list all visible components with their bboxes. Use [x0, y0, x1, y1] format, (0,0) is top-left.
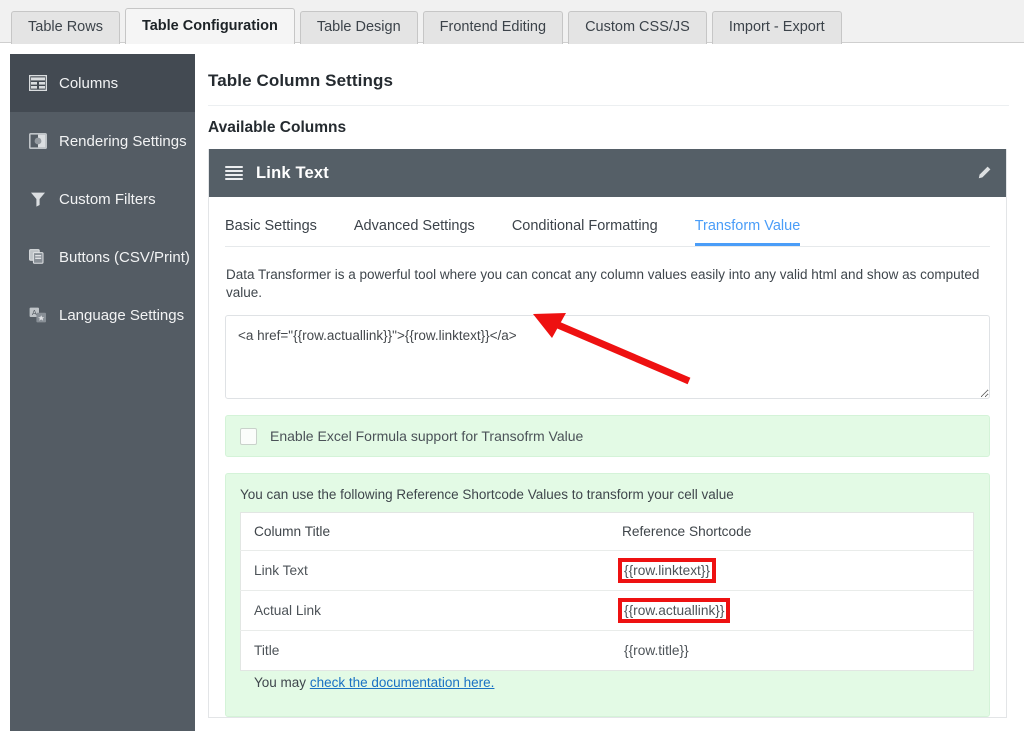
column-panel: Link Text Basic Settings Advanced Setting… — [208, 149, 1007, 718]
top-tab-frontend-editing[interactable]: Frontend Editing — [423, 11, 563, 44]
table-header-row: Column Title Reference Shortcode — [241, 513, 974, 551]
column-header-title: Column Title — [241, 513, 608, 551]
column-tab-list: Basic Settings Advanced Settings Condition… — [225, 197, 990, 247]
excel-formula-label[interactable]: Enable Excel Formula support for Transof… — [270, 428, 583, 444]
sidebar-item-rendering-settings[interactable]: Rendering Settings — [10, 112, 195, 170]
top-tab-table-design[interactable]: Table Design — [300, 11, 418, 44]
language-icon: A — [28, 305, 48, 325]
cell-reference-shortcode: {{row.actuallink}} — [607, 591, 974, 631]
column-panel-body: Basic Settings Advanced Settings Condition… — [209, 197, 1006, 717]
copy-buttons-icon — [28, 247, 48, 267]
top-tab-custom-css-js[interactable]: Custom CSS/JS — [568, 11, 707, 44]
shortcode-highlighted: {{row.linktext}} — [622, 562, 712, 579]
top-tab-list: Table RowsTable ConfigurationTable Desig… — [0, 0, 1024, 43]
sidebar-item-label: Columns — [59, 75, 118, 92]
documentation-link[interactable]: check the documentation here. — [310, 675, 495, 690]
table-row: Title {{row.title}} — [241, 631, 974, 671]
column-panel-title: Link Text — [256, 164, 329, 183]
sidebar-item-language-settings[interactable]: A Language Settings — [10, 286, 195, 344]
documentation-prefix: You may — [254, 675, 306, 690]
transform-value-textarea[interactable] — [225, 315, 990, 399]
sidebar-item-list: Columns Rendering Settings Custom Filters B… — [10, 54, 195, 344]
sidebar-item-custom-filters[interactable]: Custom Filters — [10, 170, 195, 228]
svg-text:A: A — [32, 310, 37, 317]
column-panel-header: Link Text — [209, 149, 1006, 197]
excel-formula-panel: Enable Excel Formula support for Transof… — [225, 415, 990, 457]
main-content: Table Column Settings Available Columns … — [195, 54, 1024, 731]
documentation-line: You may check the documentation here. — [240, 671, 974, 703]
excel-formula-checkbox[interactable] — [240, 428, 257, 445]
top-tab-import-export[interactable]: Import - Export — [712, 11, 842, 44]
page-title: Table Column Settings — [195, 54, 1024, 91]
transform-description: Data Transformer is a powerful tool wher… — [225, 247, 990, 302]
top-tab-table-rows[interactable]: Table Rows — [11, 11, 120, 44]
sidebar-item-label: Language Settings — [59, 307, 184, 324]
tab-transform-value[interactable]: Transform Value — [695, 212, 801, 246]
section-title: Available Columns — [195, 106, 1024, 137]
excel-formula-row: Enable Excel Formula support for Transof… — [226, 416, 989, 456]
reference-hint: You can use the following Reference Shor… — [240, 487, 974, 512]
render-panel-icon — [28, 131, 48, 151]
hamburger-drag-icon[interactable] — [225, 166, 243, 180]
tab-advanced-settings[interactable]: Advanced Settings — [354, 212, 475, 246]
cell-column-title: Link Text — [241, 551, 608, 591]
sidebar-item-label: Custom Filters — [59, 191, 156, 208]
sidebar-item-columns[interactable]: Columns — [10, 54, 195, 112]
sidebar-item-label: Rendering Settings — [59, 133, 187, 150]
top-tab-table-configuration[interactable]: Table Configuration — [125, 8, 295, 44]
cell-column-title: Title — [241, 631, 608, 671]
funnel-icon — [28, 189, 48, 209]
pencil-icon[interactable] — [976, 165, 992, 181]
table-row: Actual Link {{row.actuallink}} — [241, 591, 974, 631]
cell-reference-shortcode: {{row.title}} — [607, 631, 974, 671]
reference-shortcode-panel: You can use the following Reference Shor… — [225, 473, 990, 717]
sidebar-item-label: Buttons (CSV/Print) — [59, 249, 190, 266]
table-row: Link Text {{row.linktext}} — [241, 551, 974, 591]
table-grid-icon — [28, 73, 48, 93]
sidebar: Columns Rendering Settings Custom Filters B… — [10, 54, 195, 731]
shortcode-value: {{row.title}} — [622, 642, 691, 659]
reference-shortcode-table: Column Title Reference Shortcode Link Te… — [240, 512, 974, 671]
tab-conditional-formatting[interactable]: Conditional Formatting — [512, 212, 658, 246]
shortcode-highlighted: {{row.actuallink}} — [622, 602, 726, 619]
sidebar-item-buttons-csv-print[interactable]: Buttons (CSV/Print) — [10, 228, 195, 286]
cell-reference-shortcode: {{row.linktext}} — [607, 551, 974, 591]
column-header-shortcode: Reference Shortcode — [607, 513, 974, 551]
top-tab-strip: Table RowsTable ConfigurationTable Desig… — [0, 0, 1024, 43]
cell-column-title: Actual Link — [241, 591, 608, 631]
tab-basic-settings[interactable]: Basic Settings — [225, 212, 317, 246]
